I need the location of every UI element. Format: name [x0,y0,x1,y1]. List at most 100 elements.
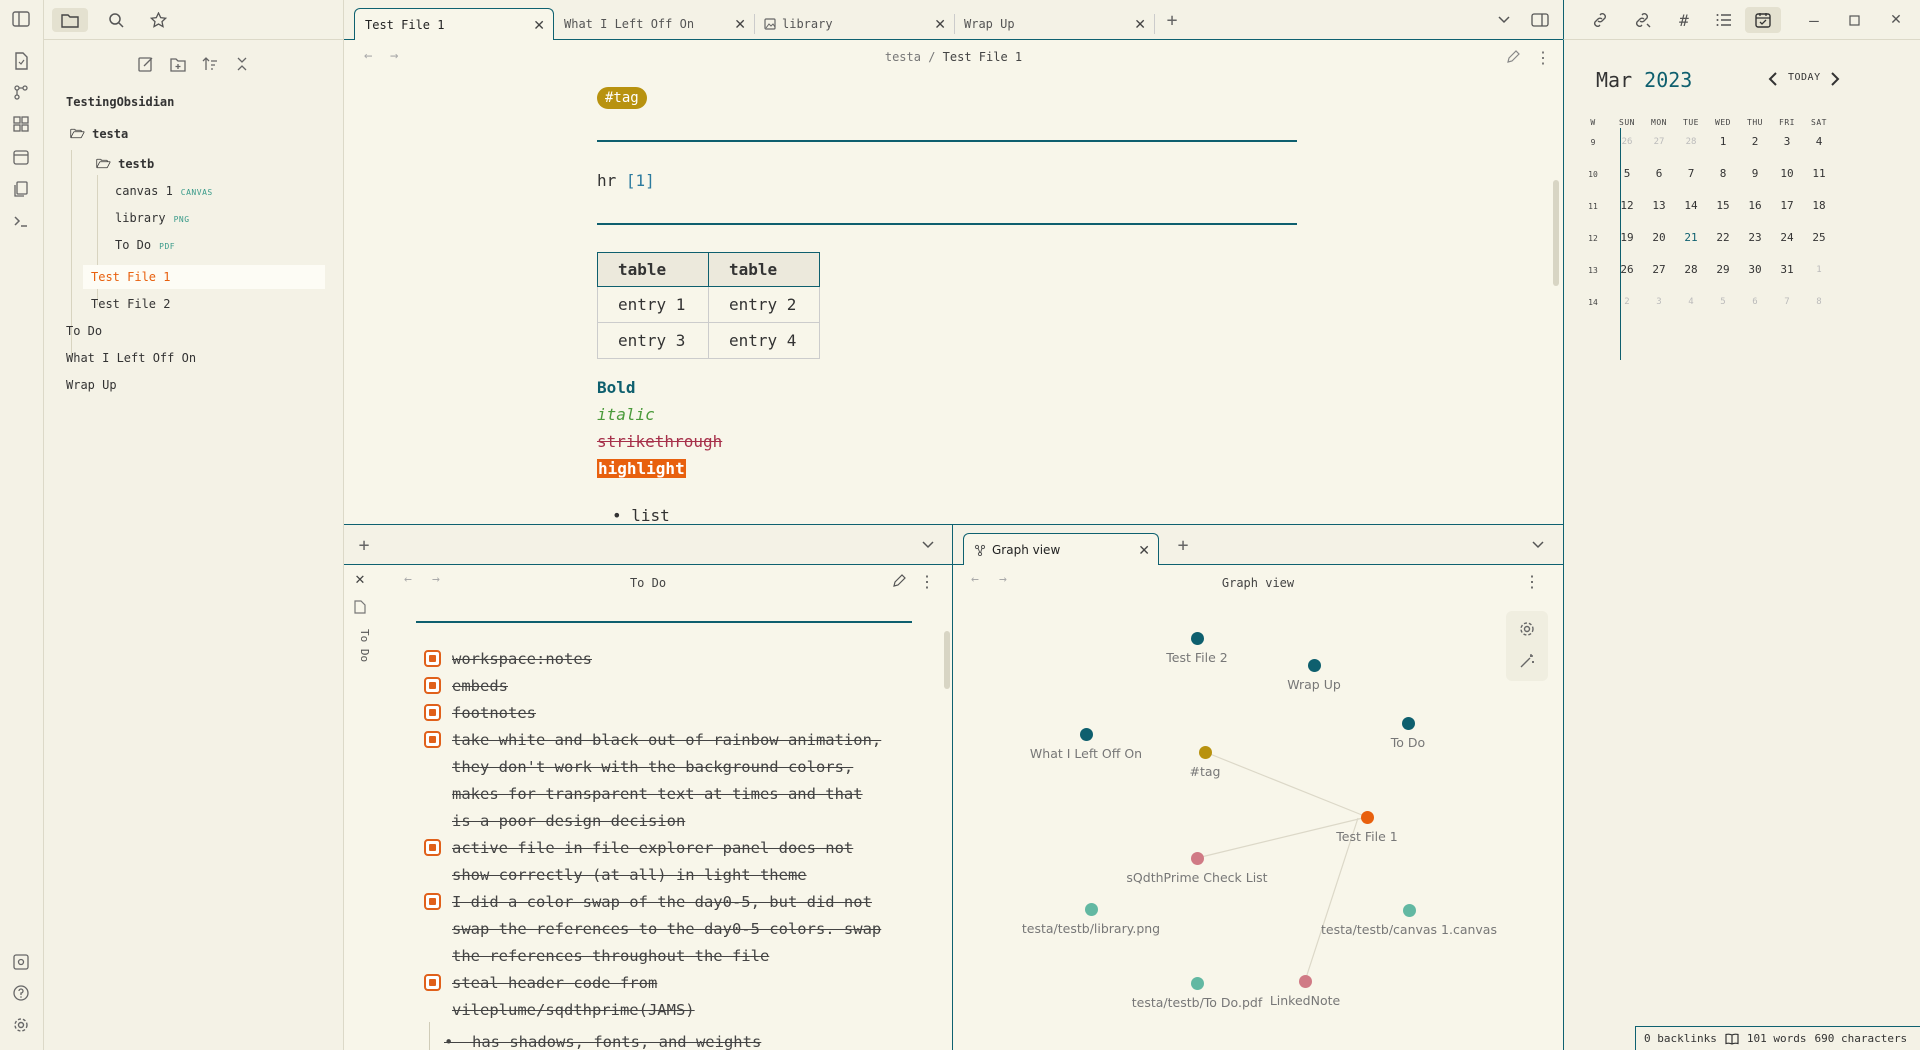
calendar-day[interactable]: 30 [1740,263,1770,276]
calendar-day[interactable]: 21 [1676,231,1706,244]
calendar-day[interactable]: 13 [1644,199,1674,212]
calendar-day[interactable]: 4 [1676,297,1706,307]
todo-checkbox[interactable] [424,677,441,694]
calendar-week-number[interactable]: 13 [1578,266,1608,275]
folder-testb[interactable]: 🗁 testb [96,155,154,176]
close-window-icon[interactable]: ✕ [1886,10,1906,30]
close-icon[interactable]: ✕ [1138,543,1150,559]
todo-checkbox[interactable] [424,704,441,721]
today-button[interactable]: TODAY [1788,72,1821,83]
help-icon[interactable] [10,982,32,1004]
outgoing-links-icon[interactable] [1632,10,1652,30]
calendar-week-number[interactable]: 11 [1578,202,1608,211]
new-tab-plus-icon[interactable]: + [354,535,374,556]
graph-node[interactable] [1085,903,1098,916]
file-to-do[interactable]: To Do [66,324,102,338]
file-test-file-1[interactable]: Test File 1 [91,270,170,284]
tab-list-chevron-down-icon[interactable] [1528,535,1548,555]
daily-note-calendar-icon[interactable] [10,146,32,168]
breadcrumb-folder[interactable]: testa [885,50,921,64]
more-options-icon[interactable]: ⋮ [918,572,936,591]
calendar-day[interactable]: 7 [1772,297,1802,307]
calendar-day[interactable]: 27 [1644,137,1674,147]
graph-node[interactable] [1299,975,1312,988]
calendar-day[interactable]: 1 [1804,265,1834,275]
calendar-day[interactable]: 7 [1676,167,1706,180]
calendar-day[interactable]: 14 [1676,199,1706,212]
calendar-day[interactable]: 18 [1804,199,1834,212]
calendar-check-icon[interactable] [1745,7,1781,33]
calendar-week-number[interactable]: 12 [1578,234,1608,243]
tag-pill[interactable]: #tag [597,87,647,109]
calendar-day[interactable]: 16 [1740,199,1770,212]
calendar-day[interactable]: 9 [1740,167,1770,180]
previous-month-chevron-icon[interactable] [1764,70,1780,88]
todo-checkbox[interactable] [424,839,441,856]
calendar-day[interactable]: 1 [1708,135,1738,148]
todo-checkbox[interactable] [424,893,441,910]
graph-node[interactable] [1403,904,1416,917]
graph-node[interactable] [1191,977,1204,990]
file-library[interactable]: library PNG [115,211,190,225]
tab-list-chevron-down-icon[interactable] [1494,10,1514,30]
edit-pencil-icon[interactable] [1504,48,1522,66]
calendar-day[interactable]: 4 [1804,135,1834,148]
file-what-i-left-off-on[interactable]: What I Left Off On [66,351,196,365]
vault-switcher-icon[interactable] [10,951,32,973]
scrollbar-thumb[interactable] [944,631,950,689]
minimize-window-icon[interactable]: — [1804,10,1824,30]
calendar-day[interactable]: 10 [1772,167,1802,180]
tab-graph-view[interactable]: Graph view ✕ [963,533,1159,565]
todo-checkbox[interactable] [424,731,441,748]
calendar-week-number[interactable]: 9 [1578,138,1608,147]
file-wrap-up[interactable]: Wrap Up [66,378,117,392]
calendar-day[interactable]: 6 [1740,297,1770,307]
calendar-day[interactable]: 29 [1708,263,1738,276]
tab-wrap-up[interactable]: Wrap Up ✕ [954,8,1154,40]
calendar-day[interactable]: 6 [1644,167,1674,180]
tab-what-i-left-off-on[interactable]: What I Left Off On ✕ [554,8,754,40]
graph-node[interactable] [1199,746,1212,759]
calendar-week-number[interactable]: 14 [1578,298,1608,307]
edit-pencil-icon[interactable] [890,572,908,590]
copy-pages-icon[interactable] [10,178,32,200]
tab-library[interactable]: library ✕ [754,8,954,40]
bookmark-star-icon[interactable] [146,8,170,32]
maximize-window-icon[interactable] [1844,10,1864,30]
graph-node[interactable] [1191,852,1204,865]
close-icon[interactable]: ✕ [934,17,946,33]
search-icon[interactable] [104,8,128,32]
canvas-icon[interactable] [10,113,32,135]
calendar-day[interactable]: 8 [1804,297,1834,307]
folder-testa[interactable]: 🗁 testa [70,125,128,146]
collapse-all-icon[interactable] [232,54,252,74]
toggle-sidebar-icon[interactable] [10,8,32,30]
graph-node[interactable] [1191,632,1204,645]
graph-node[interactable] [1308,659,1321,672]
calendar-day[interactable]: 24 [1772,231,1802,244]
next-month-chevron-icon[interactable] [1827,70,1843,88]
calendar-day[interactable]: 3 [1772,135,1802,148]
settings-gear-icon[interactable] [10,1014,32,1036]
close-icon[interactable]: ✕ [734,17,746,33]
calendar-day[interactable]: 28 [1676,263,1706,276]
calendar-day[interactable]: 12 [1612,199,1642,212]
calendar-week-number[interactable]: 10 [1578,170,1608,179]
file-to-do-pdf[interactable]: To Do PDF [115,238,175,252]
sort-order-icon[interactable] [200,54,220,74]
stacked-tab-title[interactable]: To Do [344,629,384,662]
calendar-day[interactable]: 23 [1740,231,1770,244]
file-canvas-1[interactable]: canvas 1 CANVAS [115,184,213,198]
calendar-day[interactable]: 31 [1772,263,1802,276]
calendar-day[interactable]: 25 [1804,231,1834,244]
footnote-ref[interactable]: [1] [626,171,655,190]
files-tab-folder-icon[interactable] [52,8,88,32]
calendar-day[interactable]: 27 [1644,263,1674,276]
calendar-day[interactable]: 2 [1740,135,1770,148]
tags-hash-icon[interactable]: # [1674,10,1694,30]
tab-test-file-1[interactable]: Test File 1 ✕ [354,8,554,40]
vault-name[interactable]: TestingObsidian [66,95,174,109]
breadcrumb-file[interactable]: Test File 1 [943,50,1022,64]
close-icon[interactable]: ✕ [533,18,545,34]
todo-checkbox[interactable] [424,650,441,667]
